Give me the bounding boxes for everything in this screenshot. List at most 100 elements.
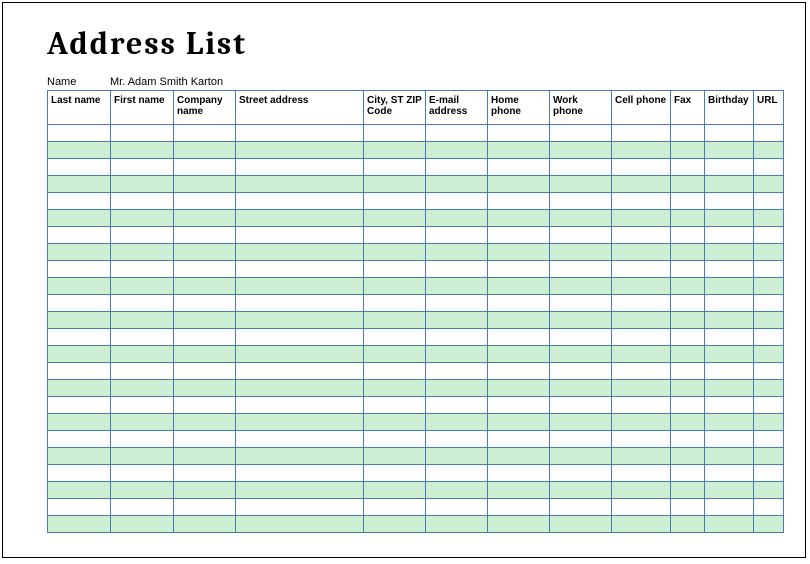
table-cell: [426, 125, 488, 142]
table-cell: [426, 397, 488, 414]
table-cell: [236, 516, 364, 533]
table-cell: [111, 329, 174, 346]
table-cell: [236, 414, 364, 431]
table-cell: [48, 397, 111, 414]
table-cell: [671, 397, 705, 414]
table-cell: [550, 159, 612, 176]
table-cell: [671, 482, 705, 499]
table-row: [48, 482, 784, 499]
table-cell: [236, 125, 364, 142]
table-cell: [111, 261, 174, 278]
table-cell: [174, 465, 236, 482]
table-cell: [48, 142, 111, 159]
table-cell: [612, 499, 671, 516]
table-cell: [364, 414, 426, 431]
table-cell: [426, 346, 488, 363]
table-cell: [48, 380, 111, 397]
col-fax: Fax: [671, 91, 705, 125]
address-table: Last name First name Company name Street…: [47, 90, 784, 533]
table-cell: [671, 295, 705, 312]
table-cell: [236, 193, 364, 210]
table-cell: [236, 346, 364, 363]
table-cell: [426, 448, 488, 465]
table-cell: [612, 159, 671, 176]
table-cell: [426, 380, 488, 397]
table-cell: [111, 210, 174, 227]
table-cell: [705, 465, 754, 482]
table-cell: [754, 210, 784, 227]
table-cell: [612, 482, 671, 499]
table-cell: [550, 482, 612, 499]
table-cell: [48, 448, 111, 465]
table-cell: [488, 380, 550, 397]
table-cell: [236, 227, 364, 244]
table-cell: [111, 516, 174, 533]
table-cell: [111, 448, 174, 465]
table-cell: [671, 431, 705, 448]
table-cell: [236, 448, 364, 465]
table-cell: [111, 278, 174, 295]
table-cell: [612, 329, 671, 346]
table-cell: [364, 431, 426, 448]
table-cell: [612, 176, 671, 193]
table-cell: [174, 329, 236, 346]
table-cell: [550, 210, 612, 227]
table-cell: [705, 244, 754, 261]
table-cell: [364, 363, 426, 380]
table-cell: [488, 295, 550, 312]
table-cell: [705, 329, 754, 346]
table-cell: [550, 448, 612, 465]
col-company: Company name: [174, 91, 236, 125]
table-cell: [488, 312, 550, 329]
table-cell: [550, 380, 612, 397]
table-row: [48, 176, 784, 193]
table-row: [48, 312, 784, 329]
table-cell: [754, 414, 784, 431]
table-cell: [488, 499, 550, 516]
table-cell: [174, 448, 236, 465]
table-cell: [236, 176, 364, 193]
table-cell: [671, 227, 705, 244]
table-cell: [754, 499, 784, 516]
table-cell: [612, 431, 671, 448]
table-cell: [48, 414, 111, 431]
table-cell: [174, 261, 236, 278]
table-cell: [111, 465, 174, 482]
table-row: [48, 227, 784, 244]
table-cell: [364, 499, 426, 516]
table-cell: [174, 142, 236, 159]
table-row: [48, 363, 784, 380]
table-row: [48, 210, 784, 227]
table-row: [48, 397, 784, 414]
table-cell: [754, 227, 784, 244]
table-cell: [364, 312, 426, 329]
table-cell: [236, 465, 364, 482]
table-cell: [111, 295, 174, 312]
table-cell: [364, 516, 426, 533]
table-cell: [705, 176, 754, 193]
table-row: [48, 142, 784, 159]
table-cell: [48, 193, 111, 210]
table-cell: [111, 499, 174, 516]
table-cell: [426, 329, 488, 346]
table-body: [48, 125, 784, 533]
table-cell: [671, 312, 705, 329]
table-cell: [174, 499, 236, 516]
table-row: [48, 380, 784, 397]
table-cell: [550, 176, 612, 193]
table-cell: [174, 210, 236, 227]
table-cell: [48, 210, 111, 227]
table-cell: [671, 159, 705, 176]
table-cell: [111, 142, 174, 159]
col-work-phone: Work phone: [550, 91, 612, 125]
table-cell: [754, 346, 784, 363]
col-home-phone: Home phone: [488, 91, 550, 125]
table-cell: [111, 363, 174, 380]
table-cell: [671, 125, 705, 142]
table-cell: [705, 380, 754, 397]
table-cell: [705, 499, 754, 516]
table-cell: [754, 363, 784, 380]
table-cell: [364, 448, 426, 465]
table-cell: [364, 465, 426, 482]
table-cell: [111, 414, 174, 431]
